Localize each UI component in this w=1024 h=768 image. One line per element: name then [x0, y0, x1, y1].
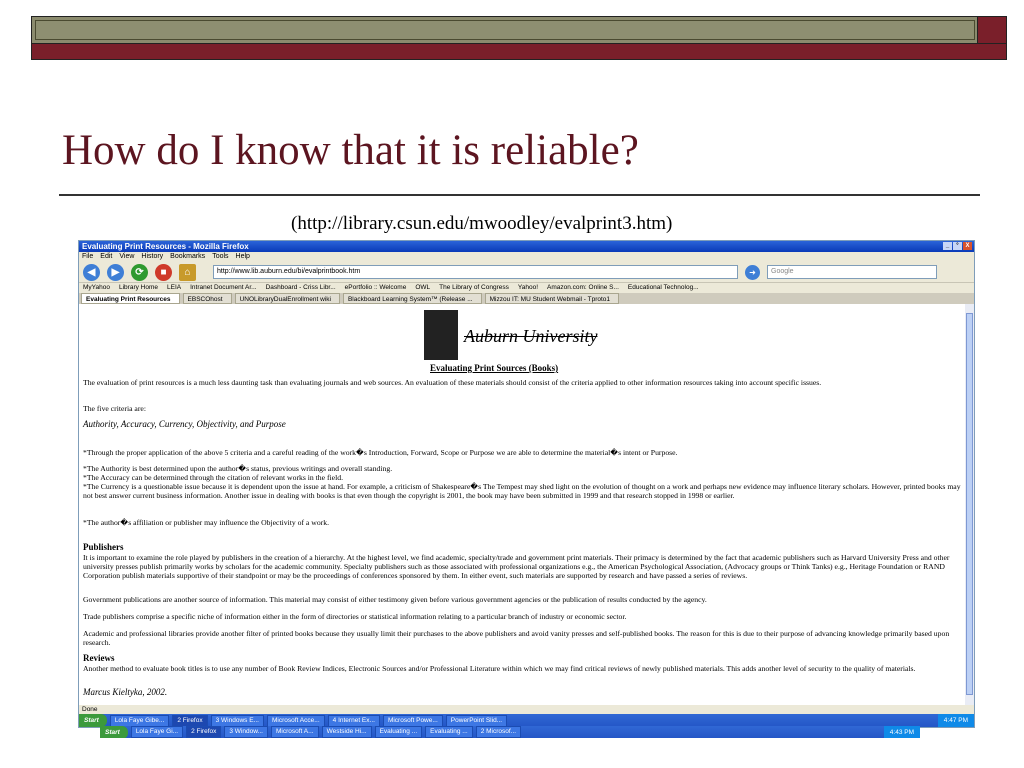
maximize-button[interactable]: °	[953, 242, 962, 250]
window-titlebar: Evaluating Print Resources - Mozilla Fir…	[79, 241, 974, 252]
paragraph-publishers: It is important to examine the role play…	[83, 553, 950, 580]
taskbar-item[interactable]: 4 Internet Ex...	[327, 714, 380, 727]
bookmark-item[interactable]: ePortfolio :: Welcome	[345, 283, 407, 293]
title-divider	[59, 194, 980, 196]
menu-tools[interactable]: Tools	[212, 252, 228, 262]
taskbar-item-active[interactable]: 2 Firefox	[172, 714, 208, 727]
window-controls: _ ° X	[943, 242, 972, 250]
forward-button[interactable]: ▶	[107, 263, 124, 281]
menu-bar: File Edit View History Bookmarks Tools H…	[79, 252, 974, 262]
taskbar-item[interactable]: 3 Windows E...	[210, 714, 264, 727]
section-heading-reviews: Reviews	[83, 653, 115, 663]
taskbar-item[interactable]: Microsoft Acce...	[266, 714, 325, 727]
tab-uno-library-wiki[interactable]: UNOLibraryDualEnrollment wiki	[234, 293, 340, 304]
window-title: Evaluating Print Resources - Mozilla Fir…	[82, 242, 249, 251]
criteria-list: Authority, Accuracy, Currency, Objectivi…	[83, 419, 286, 429]
close-button[interactable]: X	[963, 242, 972, 250]
go-icon[interactable]: ➜	[745, 264, 760, 280]
slide-caption: (http://library.csun.edu/mwoodley/evalpr…	[291, 213, 673, 234]
slide-header-bar-inner	[35, 20, 975, 40]
bookmark-item[interactable]: Educational Technolog...	[628, 283, 699, 293]
paragraph-criteria-intro: The five criteria are:	[83, 404, 146, 413]
slide-header-bar	[31, 16, 979, 44]
section-heading-publishers: Publishers	[83, 542, 124, 552]
paragraph-government: Government publications are another sour…	[83, 595, 707, 604]
start-button[interactable]: Start	[100, 726, 128, 738]
status-bar: Done	[79, 705, 974, 714]
back-button[interactable]: ◀	[83, 263, 100, 281]
author-signature: Marcus Kieltyka, 2002.	[83, 687, 168, 697]
taskbar-item[interactable]: 2 Microsof...	[475, 726, 522, 738]
minimize-button[interactable]: _	[943, 242, 952, 250]
taskbar-item-active[interactable]: 2 Firefox	[186, 726, 222, 738]
menu-edit[interactable]: Edit	[100, 252, 112, 262]
tab-mizzou-webmail[interactable]: Mizzou IT: MU Student Webmail - Tproto1	[484, 293, 620, 304]
taskbar-item[interactable]: 3 Window...	[224, 726, 268, 738]
bookmark-item[interactable]: The Library of Congress	[439, 283, 509, 293]
bookmark-item[interactable]: MyYahoo	[83, 283, 110, 293]
search-input[interactable]: Google	[767, 265, 937, 279]
bookmark-item[interactable]: Yahoo!	[518, 283, 538, 293]
slide-title: How do I know that it is reliable?	[62, 127, 639, 174]
bookmark-item[interactable]: OWL	[415, 283, 430, 293]
paragraph-trade: Trade publishers comprise a specific nic…	[83, 612, 627, 621]
paragraph-authority: *The Authority is best determined upon t…	[83, 464, 393, 473]
browser-screenshot: Evaluating Print Resources - Mozilla Fir…	[78, 240, 975, 728]
tab-bar: Evaluating Print Resources EBSCOhost UNO…	[79, 293, 974, 304]
menu-file[interactable]: File	[82, 252, 93, 262]
taskbar-item[interactable]: Lola Faye Gibe...	[109, 714, 170, 727]
stop-button[interactable]: ■	[155, 263, 172, 281]
taskbar-item[interactable]: Westside Hi...	[321, 726, 372, 738]
paragraph-reviews: Another method to evaluate book titles i…	[83, 664, 916, 673]
navigation-toolbar: ◀ ▶ ⟳ ■ ⌂ http://www.lib.auburn.edu/bi/e…	[79, 262, 974, 283]
vertical-scrollbar[interactable]	[965, 304, 974, 705]
paragraph-libraries: Academic and professional libraries prov…	[83, 629, 950, 647]
home-button[interactable]: ⌂	[179, 263, 196, 281]
bookmark-item[interactable]: LEIA	[167, 283, 181, 293]
building-icon	[424, 310, 458, 360]
taskbar-item[interactable]: Evaluating ...	[425, 726, 473, 738]
reload-button[interactable]: ⟳	[131, 263, 148, 281]
paragraph-objectivity: *The author�s affiliation or publisher m…	[83, 518, 329, 527]
bookmark-item[interactable]: Library Home	[119, 283, 158, 293]
taskbar-clock: 4:47 PM	[937, 714, 974, 727]
paragraph-intro: The evaluation of print resources is a m…	[83, 378, 822, 387]
paragraph-purpose: *Through the proper application of the a…	[83, 448, 678, 457]
bookmarks-toolbar: MyYahoo Library Home LEIA Intranet Docum…	[79, 283, 974, 293]
secondary-taskbar: Start Lola Faye Gi... 2 Firefox 3 Window…	[100, 726, 920, 738]
bookmark-item[interactable]: Intranet Document Ar...	[190, 283, 256, 293]
menu-bookmarks[interactable]: Bookmarks	[170, 252, 205, 262]
menu-history[interactable]: History	[141, 252, 163, 262]
tab-blackboard[interactable]: Blackboard Learning System™ (Release ...	[342, 293, 482, 304]
paragraph-accuracy: *The Accuracy can be determined through …	[83, 473, 343, 482]
menu-view[interactable]: View	[119, 252, 134, 262]
slide-corner-accent	[977, 16, 1007, 46]
logo-text: Auburn University	[464, 326, 598, 346]
tab-ebscohost[interactable]: EBSCOhost	[182, 293, 232, 304]
tab-evaluating-print-resources[interactable]: Evaluating Print Resources	[81, 293, 180, 304]
url-field[interactable]: http://www.lib.auburn.edu/bi/evalprintbo…	[213, 265, 738, 279]
bookmark-item[interactable]: Amazon.com: Online S...	[547, 283, 619, 293]
taskbar-item[interactable]: Lola Faye Gi...	[130, 726, 184, 738]
page-content: Auburn University Evaluating Print Sourc…	[79, 304, 964, 705]
slide-accent-stripe	[31, 43, 1007, 60]
taskbar-item[interactable]: Microsoft A...	[271, 726, 319, 738]
taskbar-clock: 4:43 PM	[883, 726, 920, 738]
scrollbar-thumb[interactable]	[966, 313, 973, 695]
taskbar-item[interactable]: Microsoft Powe...	[382, 714, 443, 727]
taskbar-item[interactable]: PowerPoint Slid...	[445, 714, 508, 727]
paragraph-currency: *The Currency is a questionable issue be…	[83, 482, 961, 500]
bookmark-item[interactable]: Dashboard - Criss Libr...	[266, 283, 336, 293]
auburn-logo: Auburn University	[424, 310, 598, 360]
page-heading: Evaluating Print Sources (Books)	[430, 363, 559, 373]
taskbar-item[interactable]: Evaluating ...	[374, 726, 423, 738]
menu-help[interactable]: Help	[236, 252, 250, 262]
